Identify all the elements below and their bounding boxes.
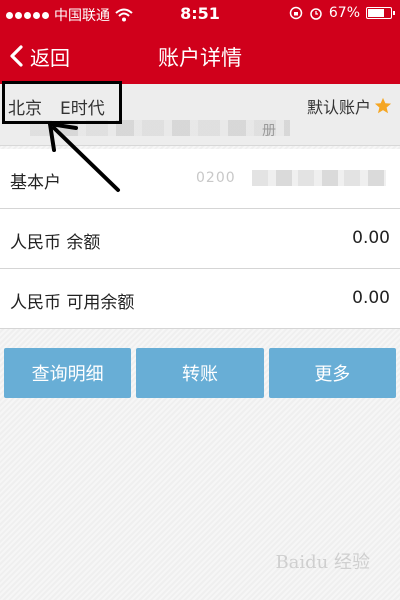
- account-number-tail: 册: [262, 123, 276, 139]
- transfer-button[interactable]: 转账: [136, 348, 264, 398]
- row-label: 人民币 可用余额: [10, 293, 135, 313]
- default-account-badge[interactable]: 默认账户: [307, 94, 392, 118]
- status-bar: 中国联通 8:51 67%: [0, 0, 400, 28]
- query-details-button[interactable]: 查询明细: [4, 348, 132, 398]
- annotation-arrow-icon: [48, 122, 120, 192]
- navigation-bar: 返回 账户详情: [0, 28, 400, 84]
- status-right: 67%: [289, 5, 395, 21]
- more-button[interactable]: 更多: [268, 348, 396, 398]
- available-balance-value: 0.00: [352, 288, 390, 308]
- masked-digits: [252, 170, 386, 186]
- balance-value: 0.00: [352, 228, 390, 248]
- battery-icon: [366, 7, 395, 19]
- row-label: 人民币 余额: [10, 233, 101, 253]
- battery-percent: 67%: [328, 5, 360, 21]
- list-item: 人民币 可用余额 0.00: [0, 269, 400, 329]
- page-title: 账户详情: [158, 46, 242, 70]
- default-account-label: 默认账户: [306, 98, 371, 117]
- star-icon: [374, 97, 392, 114]
- watermark: Baidu 经验: [275, 552, 370, 573]
- account-number-value: 0200: [196, 170, 386, 186]
- rotation-lock-icon: [289, 6, 303, 20]
- action-buttons: 查询明细 转账 更多: [4, 348, 396, 398]
- alarm-icon: [310, 8, 322, 20]
- list-item: 人民币 余额 0.00: [0, 209, 400, 269]
